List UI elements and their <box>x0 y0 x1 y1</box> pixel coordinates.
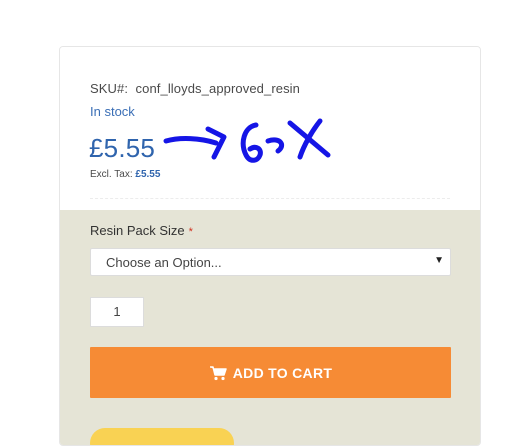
excl-tax-label: Excl. Tax: <box>90 169 133 180</box>
divider <box>90 198 450 199</box>
sku-value: conf_lloyds_approved_resin <box>135 81 300 96</box>
shopping-cart-icon <box>209 365 227 380</box>
sku-label: SKU#: <box>90 81 129 96</box>
secondary-button[interactable] <box>90 428 234 445</box>
dropdown-arrow-icon: ▼ <box>434 255 444 266</box>
option-label-text: Resin Pack Size <box>90 223 185 238</box>
quantity-input[interactable]: 1 <box>90 297 144 327</box>
sku-line: SKU#: conf_lloyds_approved_resin <box>90 81 300 96</box>
stock-status: In stock <box>90 104 135 119</box>
excl-tax-value: £5.55 <box>135 169 161 180</box>
resin-pack-size-select[interactable]: Choose an Option... ▼ <box>90 248 451 276</box>
product-info-card: SKU#: conf_lloyds_approved_resin In stoc… <box>59 46 481 446</box>
price-section: SKU#: conf_lloyds_approved_resin In stoc… <box>60 47 480 210</box>
add-to-cart-button[interactable]: ADD TO CART <box>90 347 451 398</box>
product-price: £5.55 <box>89 133 156 163</box>
excl-tax-line: Excl. Tax: £5.55 <box>90 169 160 180</box>
options-panel: Resin Pack Size * Choose an Option... ▼ 1… <box>60 210 480 445</box>
required-marker: * <box>188 226 193 238</box>
add-to-cart-label: ADD TO CART <box>232 364 333 381</box>
handwritten-annotation <box>163 118 331 163</box>
option-label: Resin Pack Size * <box>90 223 193 238</box>
select-value: Choose an Option... <box>106 255 222 270</box>
